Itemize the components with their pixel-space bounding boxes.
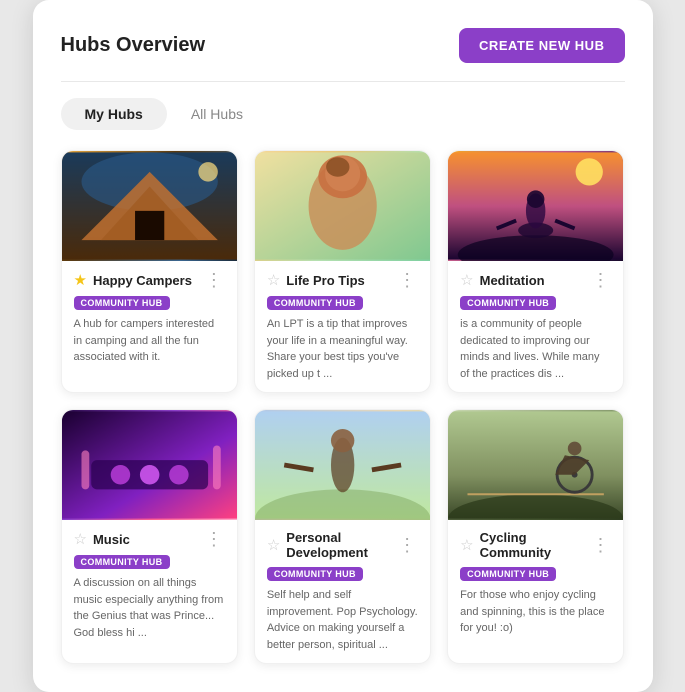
star-empty-icon[interactable]: ☆: [460, 271, 473, 289]
hub-title-text: Personal Development: [286, 530, 396, 560]
hub-title-left-meditation: ☆ Meditation: [460, 271, 544, 289]
hub-title-left-life-pro-tips: ☆ Life Pro Tips: [267, 271, 365, 289]
hub-title-left-cycling-community: ☆ Cycling Community: [460, 530, 589, 560]
hub-title-row-cycling-community: ☆ Cycling Community⋮: [460, 530, 611, 560]
hub-title-text: Happy Campers: [93, 273, 192, 288]
star-empty-icon[interactable]: ☆: [267, 271, 280, 289]
hub-image-happy-campers: [62, 151, 237, 261]
hub-badge: COMMUNITY HUB: [460, 296, 556, 310]
hub-body-happy-campers: ★ Happy Campers ⋮ COMMUNITY HUB A hub for ca…: [62, 261, 237, 376]
hub-card-happy-campers: ★ Happy Campers ⋮ COMMUNITY HUB A hub for ca…: [61, 150, 238, 393]
star-empty-icon[interactable]: ☆: [267, 536, 280, 554]
hub-title-left-personal-development: ☆ Personal Development: [267, 530, 396, 560]
hub-description: A discussion on all things music especia…: [74, 575, 225, 641]
hubs-overview-panel: Hubs Overview CREATE NEW HUB My Hubs All…: [33, 0, 653, 692]
hub-description: is a community of people dedicated to im…: [460, 316, 611, 382]
hub-body-life-pro-tips: ☆ Life Pro Tips ⋮ COMMUNITY HUB An LPT is a …: [255, 261, 430, 392]
hub-more-icon[interactable]: ⋮: [203, 530, 225, 548]
header: Hubs Overview CREATE NEW HUB: [61, 28, 625, 63]
hub-title-row-meditation: ☆ Meditation ⋮: [460, 271, 611, 289]
tab-all-hubs[interactable]: All Hubs: [167, 98, 267, 130]
hub-card-music: ☆ Music ⋮ COMMUNITY HUB A discussion on all …: [61, 409, 238, 664]
hub-title-left-music: ☆ Music: [74, 530, 130, 548]
hub-card-cycling-community: ☆ Cycling Community⋮ COMMUNITY HUB For thos…: [447, 409, 624, 664]
hub-title-row-music: ☆ Music ⋮: [74, 530, 225, 548]
hub-more-icon[interactable]: ⋮: [396, 271, 418, 289]
hub-card-meditation: ☆ Meditation ⋮ COMMUNITY HUB is a community …: [447, 150, 624, 393]
hub-title-text: Cycling Community: [480, 530, 590, 560]
hub-body-personal-development: ☆ Personal Development⋮ COMMUNITY HUB Self …: [255, 520, 430, 663]
hub-image-personal-development: [255, 410, 430, 520]
hub-more-icon[interactable]: ⋮: [203, 271, 225, 289]
hub-body-music: ☆ Music ⋮ COMMUNITY HUB A discussion on all …: [62, 520, 237, 651]
tabs-bar: My Hubs All Hubs: [61, 98, 625, 130]
star-filled-icon[interactable]: ★: [74, 271, 87, 289]
hub-title-text: Meditation: [480, 273, 545, 288]
hub-badge: COMMUNITY HUB: [267, 296, 363, 310]
star-empty-icon[interactable]: ☆: [460, 536, 473, 554]
hub-more-icon[interactable]: ⋮: [396, 536, 418, 554]
hub-card-life-pro-tips: ☆ Life Pro Tips ⋮ COMMUNITY HUB An LPT is a …: [254, 150, 431, 393]
hub-title-text: Life Pro Tips: [286, 273, 365, 288]
hub-title-row-personal-development: ☆ Personal Development⋮: [267, 530, 418, 560]
hub-image-cycling-community: [448, 410, 623, 520]
hub-description: For those who enjoy cycling and spinning…: [460, 587, 611, 637]
hub-image-meditation: [448, 151, 623, 261]
hub-body-meditation: ☆ Meditation ⋮ COMMUNITY HUB is a community …: [448, 261, 623, 392]
hub-more-icon[interactable]: ⋮: [589, 536, 611, 554]
hub-title-text: Music: [93, 532, 130, 547]
hub-badge: COMMUNITY HUB: [267, 567, 363, 581]
hub-body-cycling-community: ☆ Cycling Community⋮ COMMUNITY HUB For thos…: [448, 520, 623, 647]
header-divider: [61, 81, 625, 82]
create-new-hub-button[interactable]: CREATE NEW HUB: [459, 28, 624, 63]
hub-image-life-pro-tips: [255, 151, 430, 261]
hub-description: Self help and self improvement. Pop Psyc…: [267, 587, 418, 653]
hub-badge: COMMUNITY HUB: [74, 555, 170, 569]
hub-title-left-happy-campers: ★ Happy Campers: [74, 271, 192, 289]
tab-my-hubs[interactable]: My Hubs: [61, 98, 167, 130]
hub-title-row-happy-campers: ★ Happy Campers ⋮: [74, 271, 225, 289]
hub-badge: COMMUNITY HUB: [460, 567, 556, 581]
star-empty-icon[interactable]: ☆: [74, 530, 87, 548]
hub-more-icon[interactable]: ⋮: [589, 271, 611, 289]
hub-image-music: [62, 410, 237, 520]
hub-title-row-life-pro-tips: ☆ Life Pro Tips ⋮: [267, 271, 418, 289]
page-title: Hubs Overview: [61, 34, 206, 57]
hub-description: A hub for campers interested in camping …: [74, 316, 225, 366]
hub-grid: ★ Happy Campers ⋮ COMMUNITY HUB A hub for ca…: [61, 150, 625, 664]
hub-card-personal-development: ☆ Personal Development⋮ COMMUNITY HUB Self …: [254, 409, 431, 664]
hub-description: An LPT is a tip that improves your life …: [267, 316, 418, 382]
hub-badge: COMMUNITY HUB: [74, 296, 170, 310]
